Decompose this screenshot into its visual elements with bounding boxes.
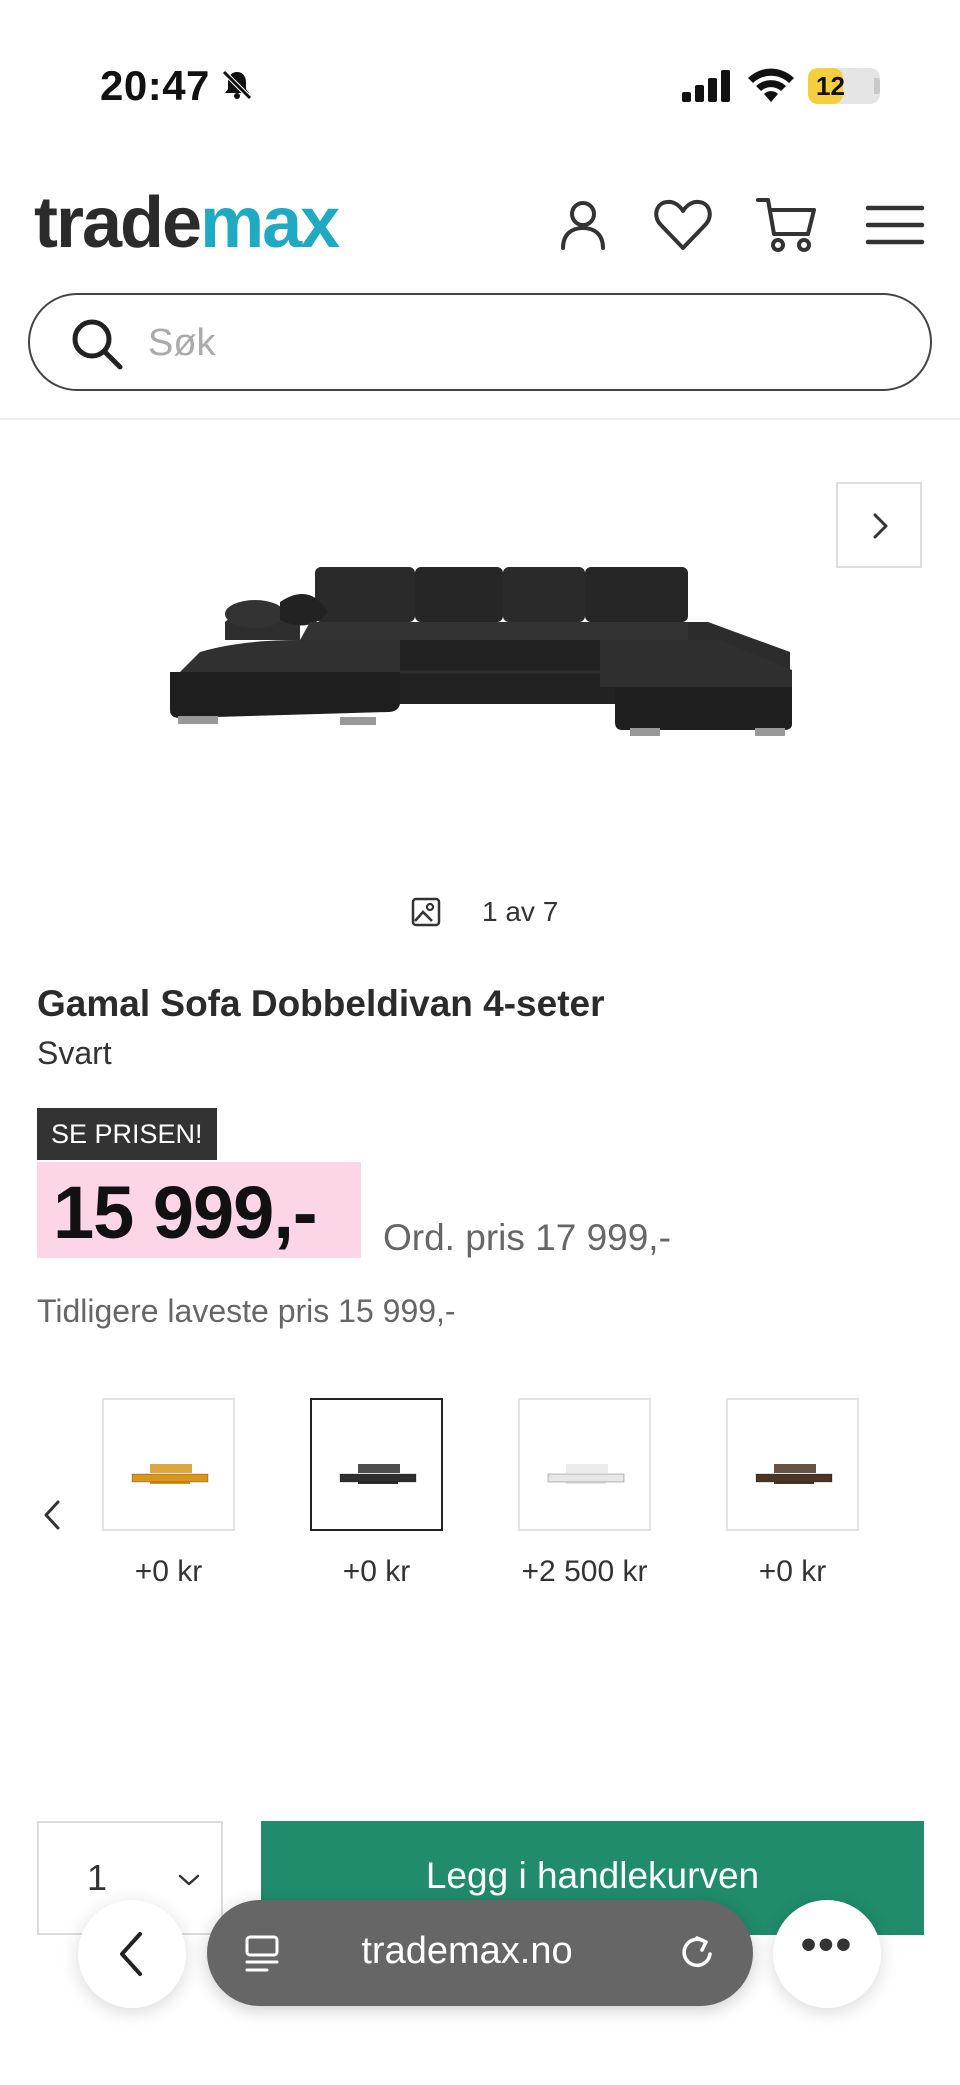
logo-text-trade: trade bbox=[34, 183, 202, 263]
search-icon bbox=[72, 319, 123, 370]
variant-thumbnail[interactable] bbox=[102, 1398, 235, 1531]
variant-price: +0 kr bbox=[134, 1555, 203, 1588]
variant-price: +0 kr bbox=[342, 1555, 411, 1588]
chevron-left-icon bbox=[120, 1932, 142, 1976]
browser-address-bar[interactable]: trademax.no bbox=[207, 1900, 753, 2006]
chevron-down-icon bbox=[178, 1874, 200, 1886]
color-variants: +0 kr +0 kr +2 500 kr +0 kr bbox=[0, 1398, 960, 1598]
cellular-signal-icon bbox=[682, 70, 730, 102]
battery-level: 12 bbox=[816, 71, 845, 101]
product-gallery[interactable]: 1 av 7 bbox=[0, 422, 960, 942]
search-input[interactable] bbox=[148, 317, 848, 369]
user-icon[interactable] bbox=[550, 192, 616, 258]
product-image bbox=[170, 567, 792, 736]
tabs-icon[interactable] bbox=[243, 1934, 281, 1974]
variant-thumbnail[interactable] bbox=[726, 1398, 859, 1531]
sofa-thumbnail-icon bbox=[339, 1464, 417, 1484]
add-to-cart-label: Legg i handlekurven bbox=[425, 1855, 760, 1896]
ordinary-price: Ord. pris 17 999,- bbox=[383, 1217, 671, 1258]
gallery-next-button[interactable] bbox=[836, 482, 922, 568]
heart-icon[interactable] bbox=[650, 192, 716, 258]
variant-price: +2 500 kr bbox=[521, 1555, 648, 1588]
sofa-thumbnail-icon bbox=[755, 1464, 833, 1484]
chevron-left-icon[interactable] bbox=[40, 1498, 64, 1532]
bell-muted-icon bbox=[222, 70, 252, 100]
variant-option[interactable]: +0 kr bbox=[310, 1398, 443, 1589]
sofa-thumbnail-icon bbox=[547, 1464, 625, 1484]
variant-option[interactable]: +2 500 kr bbox=[518, 1398, 651, 1589]
wifi-icon bbox=[748, 68, 794, 102]
gallery-counter: 1 av 7 bbox=[0, 892, 960, 932]
more-icon: ••• bbox=[800, 1920, 854, 1969]
image-counter-text: 1 av 7 bbox=[482, 896, 559, 927]
url-text: trademax.no bbox=[361, 1930, 573, 1972]
menu-icon[interactable] bbox=[862, 192, 928, 258]
logo-text-max: max bbox=[200, 183, 340, 263]
lowest-price-note: Tidligere laveste pris 15 999,- bbox=[37, 1293, 456, 1329]
sofa-thumbnail-icon bbox=[131, 1464, 209, 1484]
product-title: Gamal Sofa Dobbeldivan 4-seter bbox=[37, 983, 605, 1024]
status-bar: 20:47 12 bbox=[0, 0, 960, 130]
cart-icon[interactable] bbox=[754, 192, 820, 258]
variant-thumbnail[interactable] bbox=[310, 1398, 443, 1531]
variant-option[interactable]: +0 kr bbox=[726, 1398, 859, 1589]
image-icon bbox=[411, 897, 441, 927]
variant-thumbnail[interactable] bbox=[518, 1398, 651, 1531]
current-price: 15 999,- bbox=[53, 1171, 318, 1254]
price-badge: SE PRISEN! bbox=[37, 1108, 217, 1160]
product-color-name: Svart bbox=[37, 1035, 112, 1071]
battery-tip bbox=[874, 78, 880, 94]
variant-price: +0 kr bbox=[758, 1555, 827, 1588]
variant-option[interactable]: +0 kr bbox=[102, 1398, 235, 1589]
browser-back-button[interactable] bbox=[78, 1900, 186, 2008]
reload-icon[interactable] bbox=[677, 1932, 719, 1974]
browser-more-button[interactable]: ••• bbox=[773, 1900, 881, 2008]
chevron-right-icon bbox=[873, 513, 888, 539]
quantity-value: 1 bbox=[87, 1857, 108, 1898]
site-header: trademax bbox=[0, 130, 960, 420]
search-bar[interactable] bbox=[28, 293, 932, 391]
price-highlight: 15 999,- bbox=[37, 1162, 361, 1258]
status-time: 20:47 bbox=[100, 62, 210, 109]
battery-indicator: 12 bbox=[808, 68, 880, 104]
trademax-logo[interactable]: trademax bbox=[34, 182, 340, 264]
